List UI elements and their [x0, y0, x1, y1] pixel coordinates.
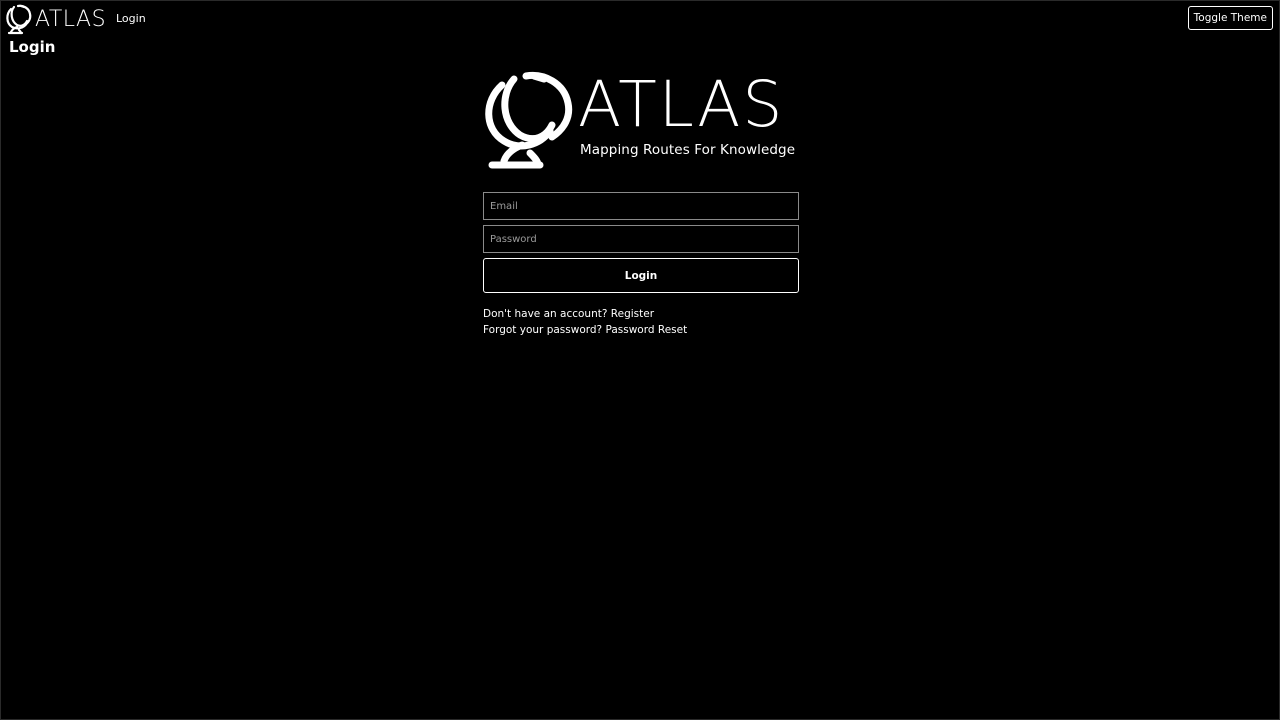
globe-icon: [485, 71, 573, 169]
password-input[interactable]: [483, 225, 799, 253]
hero-tagline: Mapping Routes For Knowledge: [580, 142, 796, 158]
nav-brand-text: ATLAS: [35, 7, 107, 32]
password-reset-link[interactable]: Password Reset: [605, 324, 687, 336]
reset-prompt: Forgot your password?: [483, 324, 603, 336]
register-prompt: Don't have an account?: [483, 308, 608, 320]
email-input[interactable]: [483, 192, 799, 220]
register-row: Don't have an account? Register: [483, 306, 799, 322]
page-frame: ATLAS Login Toggle Theme Login ATLAS Map…: [0, 0, 1280, 720]
globe-icon: [6, 4, 32, 35]
nav-logo[interactable]: ATLAS: [5, 4, 106, 36]
auth-links: Don't have an account? Register Forgot y…: [483, 306, 799, 338]
hero-logo: ATLAS Mapping Routes For Knowledge: [482, 71, 802, 173]
nav-login-link[interactable]: Login: [116, 12, 146, 25]
hero-wordmark: ATLAS: [578, 68, 785, 141]
login-button[interactable]: Login: [483, 258, 799, 293]
toggle-theme-button[interactable]: Toggle Theme: [1187, 6, 1273, 30]
register-link[interactable]: Register: [611, 308, 654, 320]
reset-row: Forgot your password? Password Reset: [483, 322, 799, 338]
login-form: Login Don't have an account? Register Fo…: [483, 192, 799, 338]
page-title: Login: [9, 38, 56, 56]
